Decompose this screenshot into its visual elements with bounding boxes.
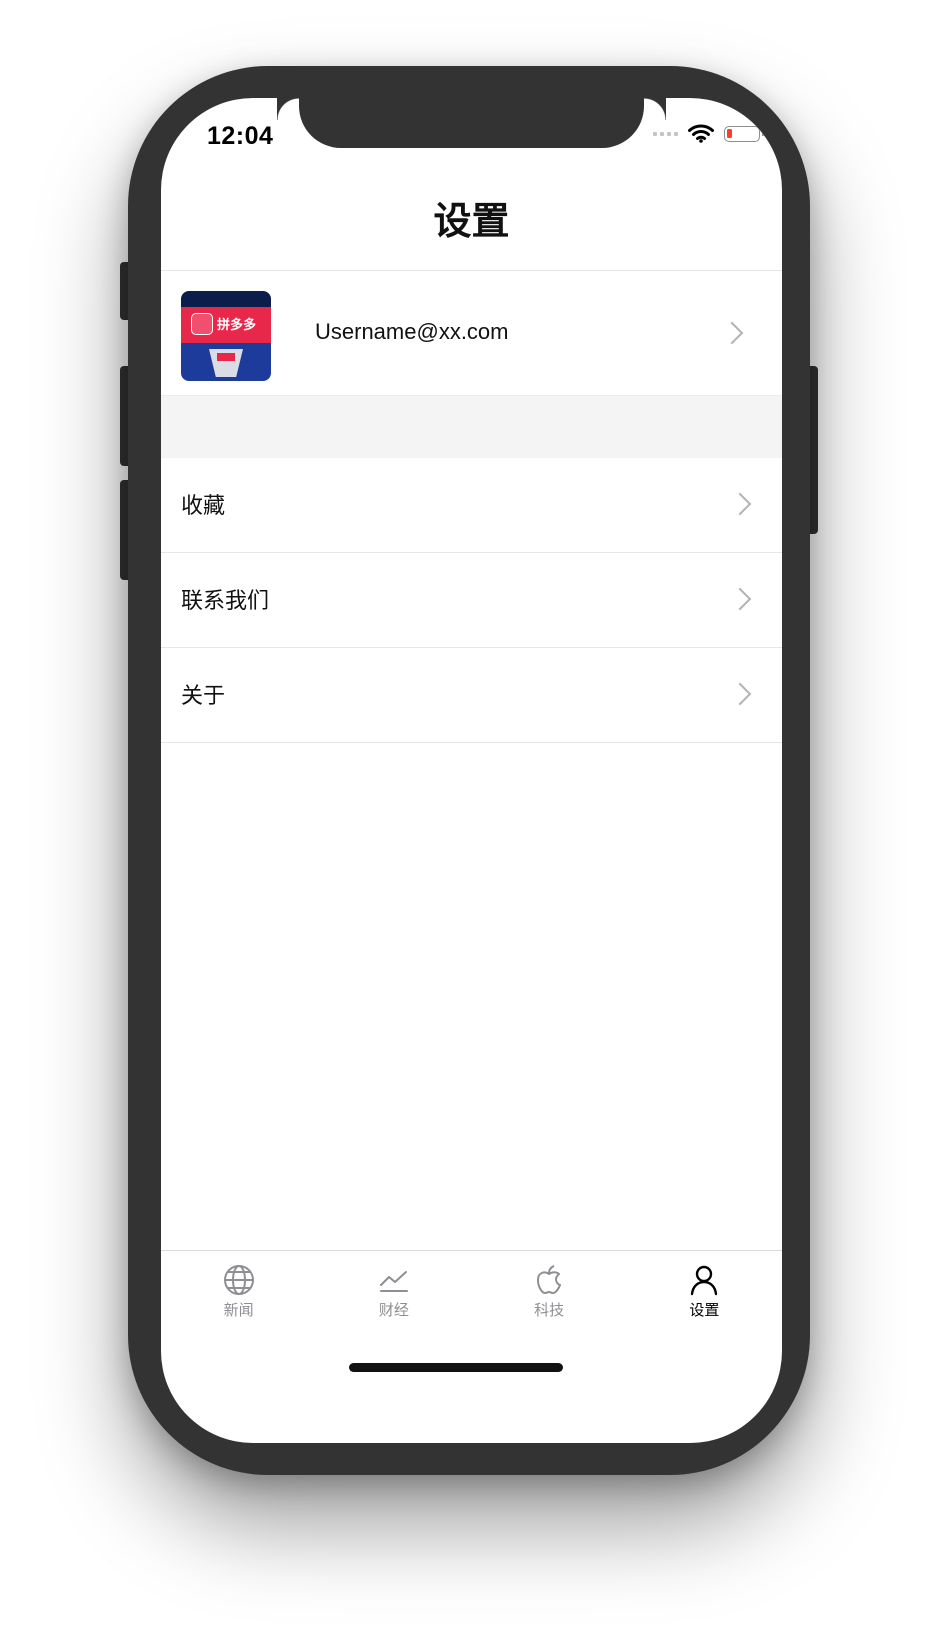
chevron-right-icon [728,682,752,706]
tab-settings[interactable]: 设置 [627,1251,782,1351]
phone-screen: 12:04 设置 拼多多 Username@xx.com 收藏 联系我们 关于 … [161,98,782,1443]
avatar-podium-label [217,353,235,361]
stage: 12:04 设置 拼多多 Username@xx.com 收藏 联系我们 关于 … [0,0,942,1636]
home-indicator[interactable] [349,1363,563,1372]
notch [299,98,666,148]
tab-bar: 新闻 财经 科技 设置 [161,1251,782,1351]
tab-label: 科技 [534,1301,565,1319]
battery-icon [724,125,764,142]
menu-item-contact-us[interactable]: 联系我们 [161,553,782,648]
status-indicators [653,124,764,143]
chevron-right-icon [720,321,744,345]
avatar-logo [191,313,213,335]
signal-icon [653,131,678,136]
profile-row[interactable]: 拼多多 Username@xx.com [161,271,782,395]
battery-level [727,128,732,138]
menu-item-favorites[interactable]: 收藏 [161,458,782,553]
tab-tech[interactable]: 科技 [472,1251,627,1351]
tab-finance[interactable]: 财经 [316,1251,471,1351]
section-gap [161,395,782,459]
menu-item-about[interactable]: 关于 [161,648,782,743]
chevron-right-icon [728,492,752,516]
globe-icon [223,1265,254,1295]
menu-item-label: 联系我们 [181,589,270,614]
tab-news[interactable]: 新闻 [161,1251,316,1351]
profile-email: Username@xx.com [315,319,509,344]
tab-label: 新闻 [223,1301,254,1319]
page-title: 设置 [433,199,510,243]
wifi-icon [688,124,714,143]
person-icon [691,1265,718,1296]
status-time: 12:04 [207,122,274,150]
menu-item-label: 关于 [181,684,226,709]
avatar-banner-text: 拼多多 [217,318,257,333]
avatar: 拼多多 [181,291,271,381]
tab-label: 设置 [689,1301,720,1319]
chart-line-icon [379,1271,408,1292]
menu-item-label: 收藏 [181,494,226,519]
chevron-right-icon [728,587,752,611]
apple-icon [537,1265,562,1294]
tab-label: 财经 [378,1301,409,1319]
